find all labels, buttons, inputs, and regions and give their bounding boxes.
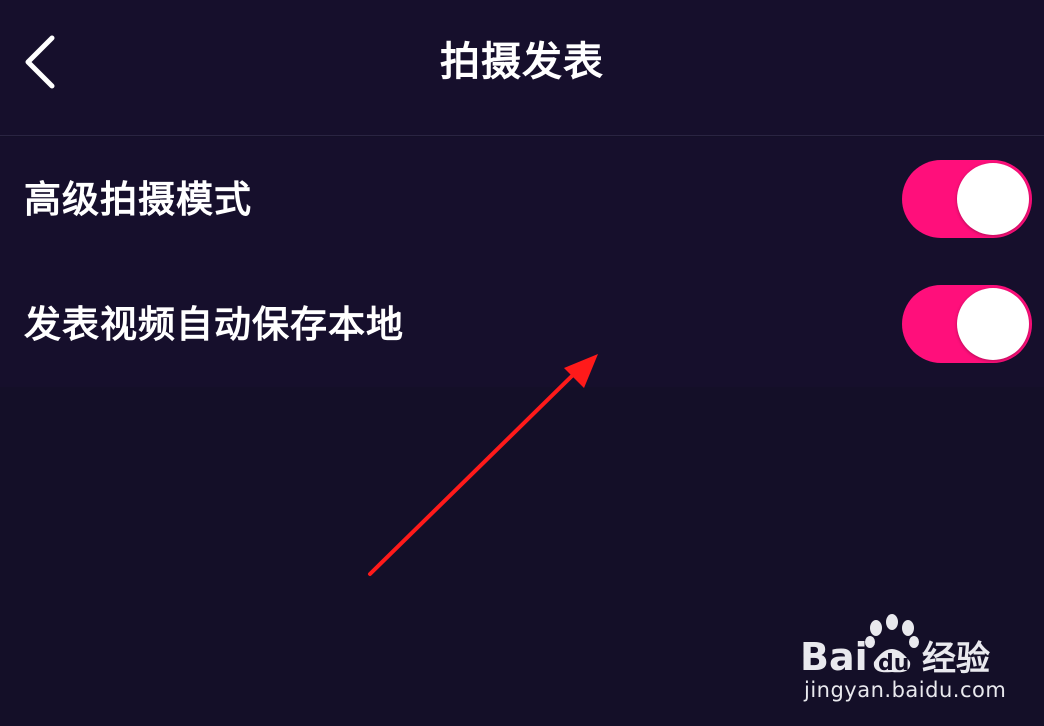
setting-row-advanced-shooting: 高级拍摄模式 (0, 137, 1044, 262)
setting-label: 高级拍摄模式 (24, 178, 252, 221)
setting-row-auto-save: 发表视频自动保存本地 (0, 262, 1044, 387)
settings-screen: 拍摄发表 高级拍摄模式 发表视频自动保存本地 Bai du 经验 jingyan… (0, 0, 1044, 726)
setting-label: 发表视频自动保存本地 (24, 303, 404, 346)
auto-save-toggle[interactable] (902, 285, 1032, 363)
toggle-knob (957, 288, 1029, 360)
page-title: 拍摄发表 (440, 39, 604, 85)
svg-text:经验: 经验 (922, 639, 990, 678)
svg-text:du: du (878, 651, 909, 676)
svg-text:Bai: Bai (800, 635, 868, 678)
baidu-logo-icon: Bai du 经验 (800, 614, 990, 678)
watermark-url: jingyan.baidu.com (804, 678, 1007, 702)
baidu-jingyan-watermark: Bai du 经验 jingyan.baidu.com (800, 612, 1010, 708)
toggle-knob (957, 163, 1029, 235)
nav-header: 拍摄发表 (0, 0, 1044, 136)
settings-list: 高级拍摄模式 发表视频自动保存本地 (0, 137, 1044, 387)
advanced-shooting-toggle[interactable] (902, 160, 1032, 238)
